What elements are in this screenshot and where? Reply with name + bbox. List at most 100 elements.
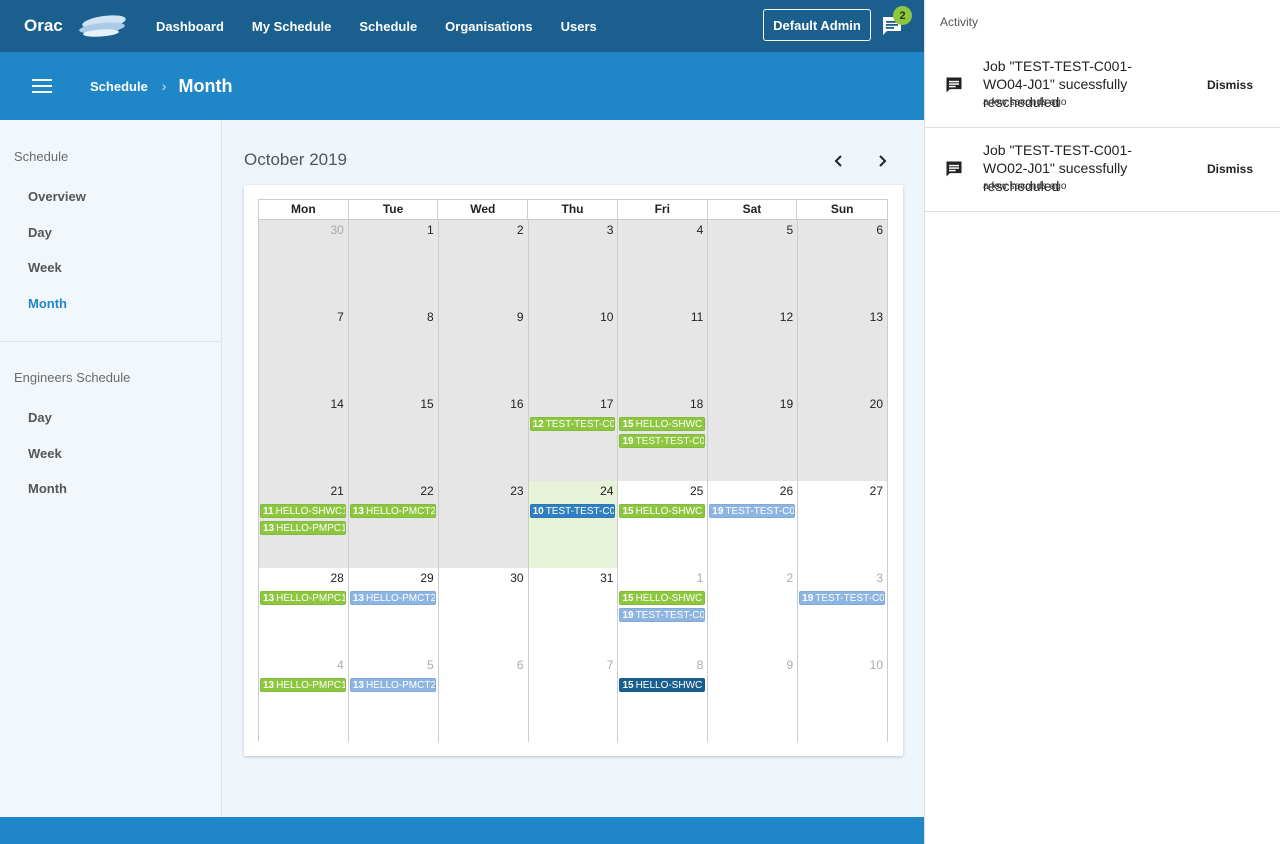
- dismiss-button[interactable]: Dismiss: [1207, 162, 1253, 176]
- calendar-event[interactable]: 15 HELLO-SHWC: [619, 591, 706, 605]
- calendar-day[interactable]: 30: [438, 568, 529, 655]
- brand-name: Orac: [24, 16, 63, 35]
- calendar-event[interactable]: 13 HELLO-PMCT2: [349, 504, 436, 518]
- calendar-day[interactable]: 7: [528, 655, 619, 742]
- day-number: 30: [330, 223, 344, 237]
- calendar-event[interactable]: 10 TEST-TEST-C0: [529, 504, 616, 518]
- activity-panel: Activity Job "TEST-TEST-C001-WO04-J01" s…: [924, 0, 1280, 844]
- calendar-day[interactable]: 12: [708, 307, 799, 394]
- day-number: 10: [600, 310, 614, 324]
- calendar-event[interactable]: 13 HELLO-PMCT2: [349, 678, 436, 692]
- notification-time: a few seconds ago: [983, 181, 1067, 192]
- calendar-day[interactable]: 4: [618, 220, 709, 307]
- calendar-day[interactable]: 5 13 HELLO-PMCT2: [348, 655, 439, 742]
- event-label: HELLO-SHWC: [635, 419, 703, 430]
- breadcrumb-schedule[interactable]: Schedule: [90, 79, 148, 94]
- calendar-day[interactable]: 25 15 HELLO-SHWC: [618, 481, 709, 568]
- calendar-day[interactable]: 26 19 TEST-TEST-C0: [708, 481, 799, 568]
- calendar-day[interactable]: 5: [708, 220, 799, 307]
- nav-users[interactable]: Users: [561, 19, 597, 34]
- calendar-event[interactable]: 13 HELLO-PMPC1: [260, 678, 346, 692]
- day-number: 14: [330, 397, 344, 411]
- calendar-day[interactable]: 10: [798, 655, 889, 742]
- calendar-event[interactable]: 15 HELLO-SHWC: [619, 417, 706, 431]
- message-icon: [946, 77, 962, 93]
- calendar-event[interactable]: 13 HELLO-PMPC1: [260, 591, 346, 605]
- sidebar-item-month[interactable]: Month: [0, 286, 221, 322]
- event-label: HELLO-PMCT2: [365, 506, 436, 517]
- day-events: 15 HELLO-SHWC 19 TEST-TEST-C0: [619, 591, 706, 625]
- calendar-event[interactable]: 12 TEST-TEST-C0: [529, 417, 616, 431]
- user-menu-button[interactable]: Default Admin: [763, 9, 871, 41]
- calendar-day[interactable]: 10: [528, 307, 619, 394]
- calendar-day[interactable]: 13: [798, 307, 889, 394]
- calendar-event[interactable]: 19 TEST-TEST-C0: [619, 434, 706, 448]
- calendar-day[interactable]: 6: [798, 220, 889, 307]
- day-number: 20: [869, 397, 884, 411]
- calendar-day[interactable]: 4 13 HELLO-PMPC1: [259, 655, 349, 742]
- calendar-day[interactable]: 21 11 HELLO-SHWC1 13 HELLO-PMPC1: [259, 481, 349, 568]
- calendar-day[interactable]: 29 13 HELLO-PMCT2: [348, 568, 439, 655]
- calendar-day[interactable]: 1: [348, 220, 439, 307]
- calendar-day[interactable]: 3: [528, 220, 619, 307]
- day-number: 30: [510, 571, 524, 585]
- calendar-day[interactable]: 31: [528, 568, 619, 655]
- calendar-event[interactable]: 19 TEST-TEST-C0: [799, 591, 886, 605]
- brand[interactable]: Orac: [24, 14, 156, 38]
- calendar-day[interactable]: 30: [259, 220, 349, 307]
- event-time: 13: [263, 680, 275, 691]
- day-events: 15 HELLO-SHWC: [619, 678, 706, 695]
- calendar-day[interactable]: 23: [438, 481, 529, 568]
- chevron-right-icon[interactable]: [872, 151, 892, 171]
- sidebar-item-engineers-month[interactable]: Month: [0, 471, 221, 507]
- calendar-event[interactable]: 13 HELLO-PMPC1: [260, 521, 346, 535]
- calendar-day[interactable]: 8: [348, 307, 439, 394]
- calendar-day[interactable]: 3 19 TEST-TEST-C0: [798, 568, 889, 655]
- calendar-day[interactable]: 16: [438, 394, 529, 481]
- calendar-day[interactable]: 19: [708, 394, 799, 481]
- nav-my-schedule[interactable]: My Schedule: [252, 19, 331, 34]
- menu-icon[interactable]: [32, 75, 54, 97]
- nav-dashboard[interactable]: Dashboard: [156, 19, 224, 34]
- calendar-event[interactable]: 11 HELLO-SHWC1: [260, 504, 346, 518]
- nav-organisations[interactable]: Organisations: [445, 19, 532, 34]
- calendar-day[interactable]: 27: [798, 481, 889, 568]
- calendar-day[interactable]: 8 15 HELLO-SHWC: [618, 655, 709, 742]
- sidebar-item-week[interactable]: Week: [0, 250, 221, 286]
- page-title: Month: [178, 75, 233, 96]
- calendar-day[interactable]: 17 12 TEST-TEST-C0: [528, 394, 619, 481]
- calendar-day[interactable]: 2: [708, 568, 799, 655]
- calendar-day[interactable]: 20: [798, 394, 889, 481]
- calendar-event[interactable]: 19 TEST-TEST-C0: [709, 504, 796, 518]
- nav-schedule[interactable]: Schedule: [359, 19, 417, 34]
- event-time: 13: [263, 523, 275, 534]
- event-time: 13: [352, 593, 364, 604]
- calendar-day[interactable]: 7: [259, 307, 349, 394]
- notification-item: Job "TEST-TEST-C001-WO02-J01" sucessfull…: [925, 127, 1280, 212]
- dismiss-button[interactable]: Dismiss: [1207, 78, 1253, 92]
- event-label: HELLO-PMPC1: [276, 680, 346, 691]
- calendar-day[interactable]: 18 15 HELLO-SHWC 19 TEST-TEST-C0: [618, 394, 709, 481]
- sidebar-item-engineers-day[interactable]: Day: [0, 400, 221, 436]
- calendar-day[interactable]: 9: [438, 307, 529, 394]
- calendar-day[interactable]: 9: [708, 655, 799, 742]
- calendar-day[interactable]: 6: [438, 655, 529, 742]
- calendar-day[interactable]: 2: [438, 220, 529, 307]
- sidebar-item-day[interactable]: Day: [0, 215, 221, 251]
- sidebar-item-overview[interactable]: Overview: [0, 179, 221, 215]
- calendar-day[interactable]: 15: [348, 394, 439, 481]
- calendar-day[interactable]: 11: [618, 307, 709, 394]
- calendar-day[interactable]: 14: [259, 394, 349, 481]
- calendar-day[interactable]: 28 13 HELLO-PMPC1: [259, 568, 349, 655]
- calendar-event[interactable]: 15 HELLO-SHWC: [619, 504, 706, 518]
- calendar-day-today[interactable]: 24 10 TEST-TEST-C0: [528, 481, 619, 568]
- day-number: 12: [779, 310, 794, 324]
- calendar-day[interactable]: 22 13 HELLO-PMCT2: [348, 481, 439, 568]
- chevron-left-icon[interactable]: [829, 151, 849, 171]
- calendar-event[interactable]: 19 TEST-TEST-C0: [619, 608, 706, 622]
- sidebar-item-engineers-week[interactable]: Week: [0, 436, 221, 472]
- calendar-event[interactable]: 13 HELLO-PMCT2: [349, 591, 436, 605]
- day-number: 2: [516, 223, 524, 237]
- calendar-day[interactable]: 1 15 HELLO-SHWC 19 TEST-TEST-C0: [618, 568, 709, 655]
- calendar-event[interactable]: 15 HELLO-SHWC: [619, 678, 706, 692]
